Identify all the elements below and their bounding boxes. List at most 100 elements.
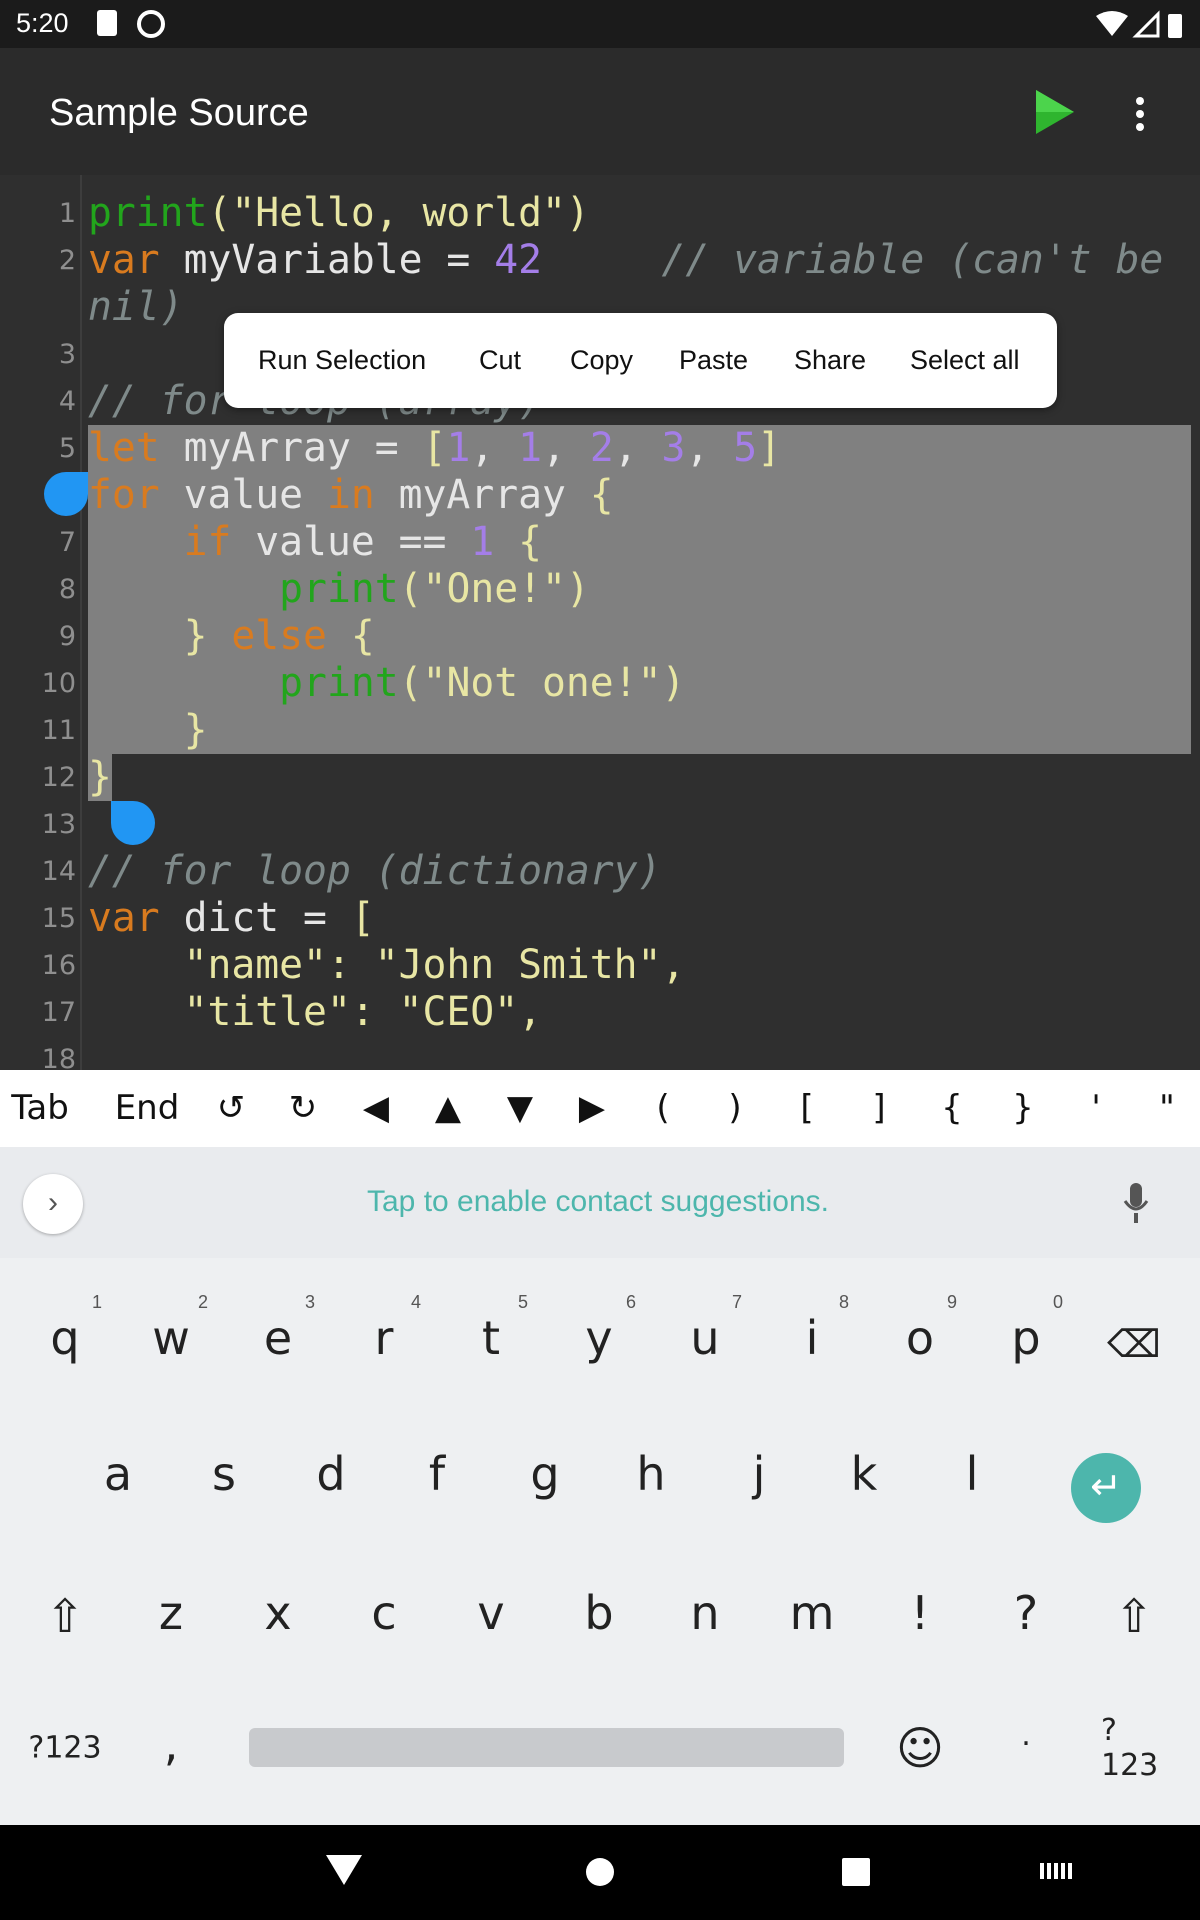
more-vert-icon[interactable] <box>1130 96 1150 132</box>
extra-key[interactable]: ] <box>872 1088 885 1128</box>
code-line[interactable]: 13 <box>0 801 1200 848</box>
key-d[interactable]: d <box>316 1447 345 1501</box>
code-line[interactable]: 16 "name": "John Smith", <box>0 942 1200 989</box>
text-selection-menu: Run Selection Cut Copy Paste Share Selec… <box>224 313 1057 408</box>
extra-key[interactable]: ▶ <box>579 1088 605 1128</box>
extra-key[interactable]: } <box>1012 1088 1034 1128</box>
key-f[interactable]: f <box>429 1447 445 1501</box>
extra-key[interactable]: [ <box>800 1088 813 1128</box>
key-e[interactable]: e <box>264 1311 292 1365</box>
extra-key[interactable]: ) <box>728 1088 741 1128</box>
extra-key[interactable]: ▼ <box>507 1088 533 1128</box>
menu-select-all[interactable]: Select all <box>910 345 1020 376</box>
key-k[interactable]: k <box>851 1447 878 1501</box>
code-token: print <box>279 660 399 706</box>
key-n[interactable]: n <box>690 1586 719 1640</box>
microphone-icon[interactable] <box>1122 1183 1150 1225</box>
key-t[interactable]: t <box>482 1311 500 1365</box>
key-z[interactable]: z <box>159 1586 183 1640</box>
key-y[interactable]: y <box>585 1311 612 1365</box>
code-line[interactable]: 9 } else { <box>0 613 1200 660</box>
line-number: 10 <box>41 668 76 699</box>
shift-icon[interactable]: ⇧ <box>46 1589 85 1643</box>
extra-key[interactable]: ↺ <box>217 1088 246 1128</box>
key-c[interactable]: c <box>371 1586 396 1640</box>
key-p[interactable]: p <box>1011 1311 1040 1365</box>
extra-key[interactable]: ▲ <box>435 1088 461 1128</box>
key-u[interactable]: u <box>690 1311 719 1365</box>
status-time: 5:20 <box>16 8 69 38</box>
extra-key[interactable]: { <box>941 1088 963 1128</box>
emoji-icon[interactable]: ☺ <box>896 1721 944 1775</box>
home-icon[interactable] <box>586 1858 614 1886</box>
key-hint: 2 <box>198 1292 209 1312</box>
key-i[interactable]: i <box>806 1311 819 1365</box>
shift-icon[interactable]: ⇧ <box>1115 1589 1154 1643</box>
menu-copy[interactable]: Copy <box>570 345 633 376</box>
code-line[interactable]: 15 var dict = [ <box>0 895 1200 942</box>
code-token: var <box>88 895 160 941</box>
key-r[interactable]: r <box>375 1311 394 1365</box>
keyboard-switch-icon[interactable] <box>1040 1863 1072 1879</box>
key-m[interactable]: m <box>790 1586 835 1640</box>
key-s[interactable]: s <box>212 1447 236 1501</box>
code-line[interactable]: 10 print("Not one!") <box>0 660 1200 707</box>
code-line[interactable]: 6for value in myArray { <box>0 472 1200 519</box>
code-line[interactable]: 18 <box>0 1036 1200 1070</box>
key-hint: 6 <box>626 1292 637 1312</box>
code-token: myVariable = <box>159 237 495 283</box>
code-token: ) <box>565 566 590 612</box>
code-line[interactable]: 8 print("One!") <box>0 566 1200 613</box>
extra-key[interactable]: " <box>1159 1088 1175 1128</box>
extra-key[interactable]: ↻ <box>289 1088 318 1128</box>
key-a[interactable]: a <box>104 1447 132 1501</box>
code-line[interactable]: 17 "title": "CEO", <box>0 989 1200 1036</box>
enter-key[interactable]: ↵ <box>1071 1453 1141 1523</box>
back-icon[interactable] <box>326 1855 362 1887</box>
extra-key[interactable]: End <box>115 1088 180 1128</box>
backspace-icon[interactable]: ⌫ <box>1107 1322 1161 1366</box>
key-l[interactable]: l <box>966 1447 979 1501</box>
extra-key[interactable]: Tab <box>11 1088 69 1128</box>
key-w[interactable]: w <box>152 1311 190 1365</box>
code-line[interactable]: 12} <box>0 754 1200 801</box>
extra-key[interactable]: ' <box>1091 1088 1100 1128</box>
code-line[interactable]: 14 // for loop (dictionary) <box>0 848 1200 895</box>
space-bar[interactable] <box>249 1728 844 1767</box>
code-line[interactable]: 2 var myVariable = 42 // variable (can't … <box>0 237 1200 284</box>
code-line[interactable]: 5 let myArray = [1, 1, 2, 3, 5] <box>0 425 1200 472</box>
key-o[interactable]: o <box>906 1311 934 1365</box>
key-v[interactable]: v <box>477 1586 504 1640</box>
key-g[interactable]: g <box>530 1447 559 1501</box>
code-token: ) <box>565 190 590 236</box>
key-comma[interactable]: , <box>164 1717 179 1771</box>
menu-share[interactable]: Share <box>794 345 866 376</box>
key-j[interactable]: j <box>753 1447 766 1501</box>
menu-paste[interactable]: Paste <box>679 345 748 376</box>
code-token: value <box>159 472 327 518</box>
key-q[interactable]: q <box>50 1311 79 1365</box>
menu-run-selection[interactable]: Run Selection <box>258 345 426 376</box>
selection-end-handle[interactable] <box>111 801 155 845</box>
key-h[interactable]: h <box>636 1447 665 1501</box>
key-x[interactable]: x <box>264 1586 291 1640</box>
recents-icon[interactable] <box>842 1858 870 1886</box>
code-token: in <box>326 472 375 518</box>
code-editor[interactable]: 1 print("Hello, world") 2 var myVariable = … <box>0 175 1200 1070</box>
symbols-key[interactable]: ?123 <box>28 1731 101 1766</box>
contact-suggestions-prompt[interactable]: Tap to enable contact suggestions. <box>0 1185 1196 1219</box>
extra-key[interactable]: ◀ <box>363 1088 389 1128</box>
key-![interactable]: ! <box>911 1586 929 1640</box>
code-token: ( <box>207 190 232 236</box>
selection-start-handle[interactable] <box>44 472 88 516</box>
key-period[interactable]: · <box>1021 1727 1031 1762</box>
code-line[interactable]: 7 if value == 1 { <box>0 519 1200 566</box>
symbols-key[interactable]: ?123 <box>1101 1713 1167 1783</box>
code-line[interactable]: 1 print("Hello, world") <box>0 190 1200 237</box>
menu-cut[interactable]: Cut <box>479 345 521 376</box>
play-icon[interactable] <box>1034 88 1076 136</box>
extra-key[interactable]: ( <box>656 1088 669 1128</box>
key-b[interactable]: b <box>584 1586 613 1640</box>
code-line[interactable]: 11 } <box>0 707 1200 754</box>
key-?[interactable]: ? <box>1014 1586 1038 1640</box>
